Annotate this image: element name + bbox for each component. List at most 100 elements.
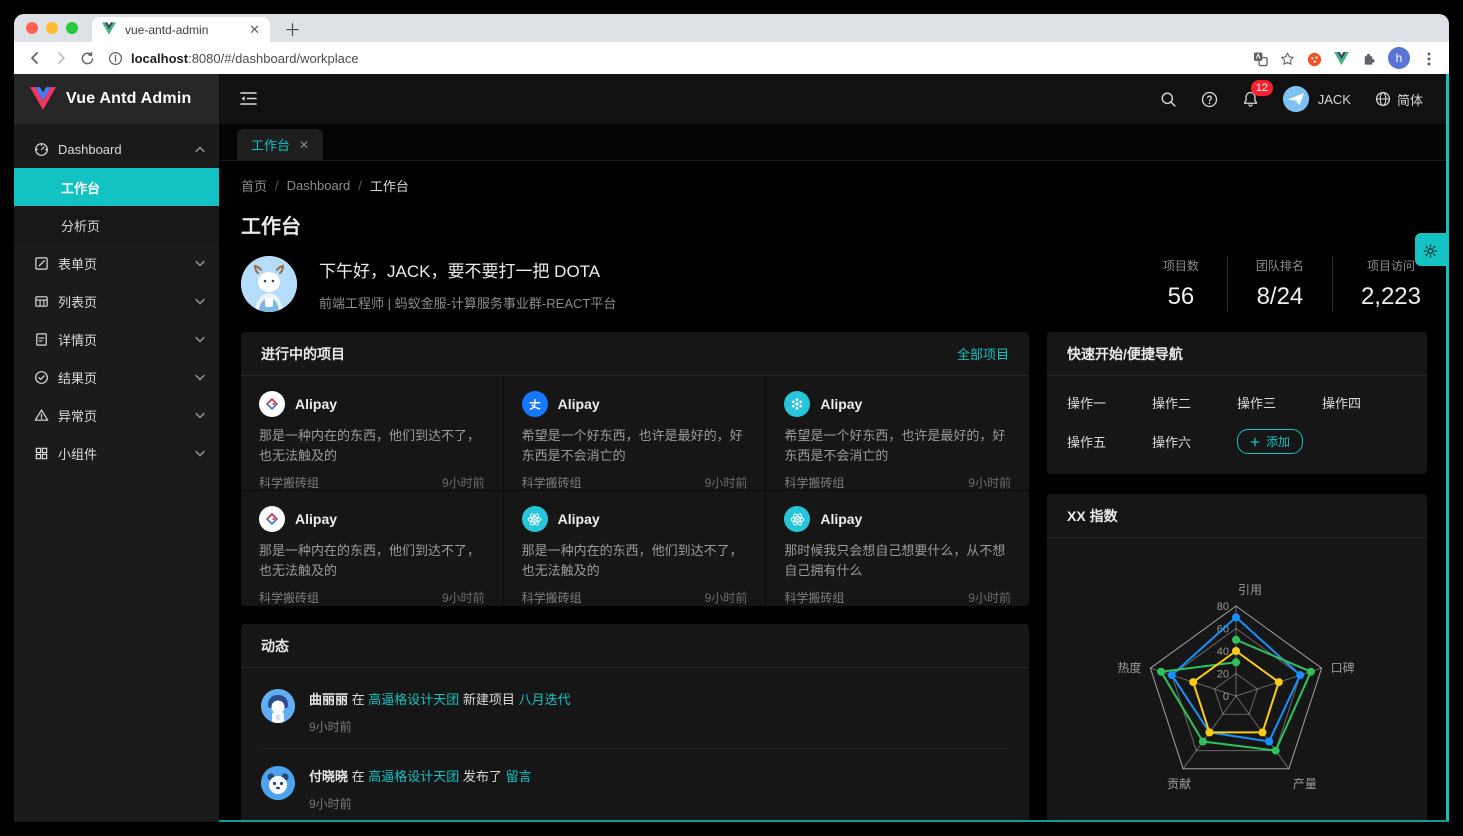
theme-settings-button[interactable] [1415, 233, 1446, 266]
bookmark-star-icon[interactable] [1280, 51, 1295, 66]
notification-badge: 12 [1251, 80, 1273, 96]
activity-group-link[interactable]: 高逼格设计天团 [368, 769, 459, 784]
close-page-tab-icon[interactable]: ✕ [299, 138, 309, 152]
zoom-window-button[interactable] [66, 22, 78, 34]
antd-logo-icon [259, 506, 285, 532]
app-logo[interactable]: Vue Antd Admin [14, 74, 219, 124]
activity-user[interactable]: 曲丽丽 [309, 692, 348, 707]
toolbar-extensions: h [1253, 47, 1441, 69]
sidebar-item-lists[interactable]: 列表页 [14, 282, 219, 320]
form-icon [34, 256, 49, 271]
svg-text:热度: 热度 [1117, 660, 1141, 675]
vue-logo-icon [30, 87, 56, 111]
site-info-icon[interactable] [108, 51, 123, 66]
project-card[interactable]: Alipay 希望是一个好东西，也许是最好的，好东西是不会消亡的 科学搬砖组9小… [766, 376, 1029, 491]
quick-link-3[interactable]: 操作三 [1237, 393, 1322, 412]
close-window-button[interactable] [26, 22, 38, 34]
greeting-title: 下午好，JACK，要不要打一把 DOTA [319, 257, 616, 282]
breadcrumb-current: 工作台 [370, 176, 409, 195]
gear-icon [1423, 242, 1438, 257]
user-menu[interactable]: JACK [1283, 86, 1351, 112]
project-card[interactable]: Alipay 希望是一个好东西，也许是最好的，好东西是不会消亡的 科学搬砖组9小… [504, 376, 767, 491]
sidebar-item-details[interactable]: 详情页 [14, 320, 219, 358]
sidebar-item-analysis[interactable]: 分析页 [14, 206, 219, 244]
project-group[interactable]: 科学搬砖组 [784, 589, 844, 606]
new-tab-button[interactable]: ＋ [284, 14, 301, 42]
help-question-icon[interactable] [1201, 91, 1218, 108]
avatar [261, 689, 295, 723]
svg-text:口碑: 口碑 [1331, 660, 1355, 675]
project-time: 9小时前 [968, 474, 1011, 491]
quick-link-4[interactable]: 操作四 [1322, 393, 1407, 412]
browser-profile-avatar[interactable]: h [1388, 47, 1410, 69]
activity-target-link[interactable]: 八月迭代 [519, 692, 571, 707]
project-card[interactable]: Alipay 那是一种内在的东西，他们到达不了，也无法触及的 科学搬砖组9小时前 [504, 491, 767, 606]
project-card[interactable]: Alipay 那是一种内在的东西，他们到达不了，也无法触及的 科学搬砖组9小时前 [241, 491, 504, 606]
sidebar-item-label: 分析页 [61, 216, 100, 235]
sidebar-item-widgets[interactable]: 小组件 [14, 434, 219, 472]
activity-group-link[interactable]: 高逼格设计天团 [368, 692, 459, 707]
profile-icon [34, 332, 49, 347]
svg-text:引用: 引用 [1238, 583, 1262, 597]
collapse-sidebar-icon[interactable] [239, 90, 259, 108]
project-card[interactable]: Alipay 那时候我只会想自己想要什么，从不想自己拥有什么 科学搬砖组9小时前 [766, 491, 1029, 606]
browser-menu-icon[interactable] [1422, 51, 1437, 66]
sidebar-item-exceptions[interactable]: 异常页 [14, 396, 219, 434]
table-icon [34, 294, 49, 309]
address-bar[interactable]: localhost:8080/#/dashboard/workplace [108, 51, 1253, 66]
project-group[interactable]: 科学搬砖组 [784, 474, 844, 491]
all-projects-link[interactable]: 全部项目 [957, 344, 1009, 363]
translate-icon[interactable] [1253, 51, 1268, 66]
close-tab-icon[interactable]: ✕ [249, 23, 260, 36]
url-text[interactable]: localhost:8080/#/dashboard/workplace [131, 51, 359, 66]
sidebar-item-workplace[interactable]: 工作台 [14, 168, 219, 206]
sidebar-item-dashboard[interactable]: Dashboard [14, 130, 219, 168]
extension-orange-icon[interactable] [1307, 51, 1322, 66]
minimize-window-button[interactable] [46, 22, 58, 34]
project-group[interactable]: 科学搬砖组 [522, 589, 582, 606]
breadcrumb-separator [358, 178, 362, 193]
browser-tab[interactable]: vue-antd-admin ✕ [92, 17, 270, 42]
tab-workplace[interactable]: 工作台 ✕ [237, 129, 323, 160]
dashboard-icon [34, 142, 49, 157]
back-button[interactable] [22, 45, 48, 71]
antd-logo-icon [259, 391, 285, 417]
svg-text:0: 0 [1223, 691, 1229, 703]
sidebar-item-label: 结果页 [58, 368, 97, 387]
activity-target-link[interactable]: 留言 [506, 769, 532, 784]
quicknav-card: 快速开始/便捷导航 操作一 操作二 操作三 操作四 操作五 操作六 [1047, 332, 1427, 474]
greeting-subtitle: 前端工程师 | 蚂蚁金服-计算服务事业群-REACT平台 [319, 293, 616, 312]
chevron-down-icon [195, 374, 205, 381]
quick-link-6[interactable]: 操作六 [1152, 432, 1237, 451]
activity-user[interactable]: 付晓晓 [309, 769, 348, 784]
breadcrumb-section[interactable]: Dashboard [287, 178, 351, 193]
settings-drawer-edge-right [1446, 74, 1449, 822]
sidebar-item-results[interactable]: 结果页 [14, 358, 219, 396]
reload-button[interactable] [74, 45, 100, 71]
project-card[interactable]: Alipay 那是一种内在的东西，他们到达不了，也无法触及的 科学搬砖组9小时前 [241, 376, 504, 491]
notifications-bell[interactable]: 12 [1242, 90, 1259, 108]
language-switch[interactable]: 简体 [1375, 90, 1423, 109]
header-tools: 12 JACK 简体 [1160, 86, 1423, 112]
chevron-down-icon [195, 412, 205, 419]
breadcrumb-home[interactable]: 首页 [241, 176, 267, 195]
extensions-puzzle-icon[interactable] [1361, 51, 1376, 66]
sidebar-item-forms[interactable]: 表单页 [14, 244, 219, 282]
sidebar-menu: Dashboard 工作台 分析页 [14, 124, 219, 472]
add-quicknav-button[interactable]: 添加 [1237, 429, 1303, 454]
vue-devtools-icon[interactable] [1334, 51, 1349, 66]
quick-link-5[interactable]: 操作五 [1067, 432, 1152, 451]
quick-link-2[interactable]: 操作二 [1152, 393, 1237, 412]
chevron-down-icon [195, 336, 205, 343]
chevron-up-icon [195, 146, 205, 153]
browser-tabstrip: vue-antd-admin ✕ ＋ [14, 14, 1449, 42]
user-avatar [1283, 86, 1309, 112]
quick-link-1[interactable]: 操作一 [1067, 393, 1152, 412]
project-group[interactable]: 科学搬砖组 [259, 474, 319, 491]
search-icon[interactable] [1160, 91, 1177, 108]
page-content: 首页 Dashboard 工作台 工作台 下午好，JACK，要不要打一把 DOT… [219, 161, 1449, 822]
forward-button[interactable] [48, 45, 74, 71]
svg-text:20: 20 [1217, 669, 1229, 681]
project-group[interactable]: 科学搬砖组 [522, 474, 582, 491]
project-group[interactable]: 科学搬砖组 [259, 589, 319, 606]
